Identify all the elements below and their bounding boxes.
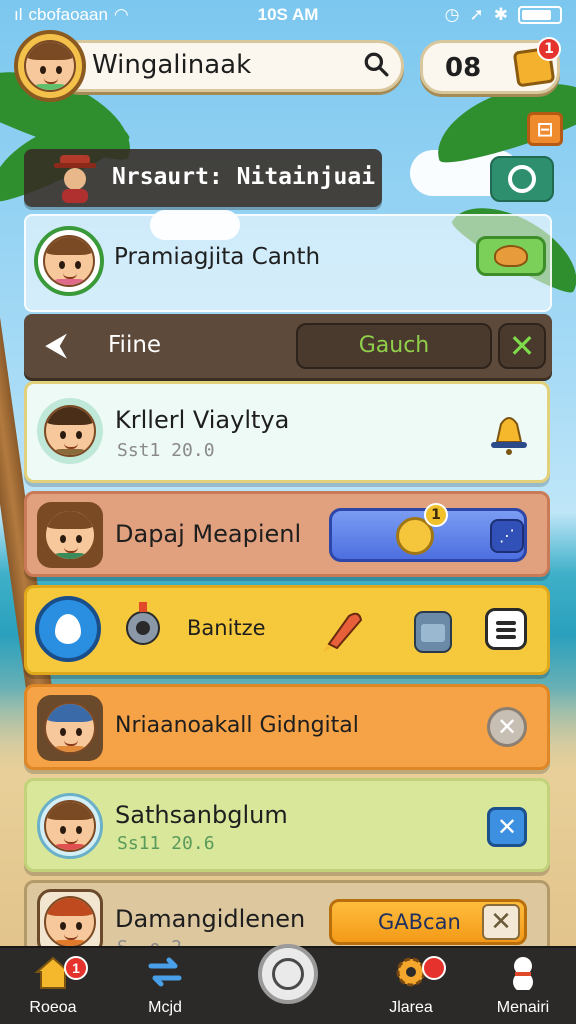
bluetooth-icon: ✱	[493, 5, 508, 24]
avatar-face-icon	[44, 405, 96, 457]
avatar-face-icon	[44, 509, 96, 561]
list-item[interactable]: Dapaj Meapienl 1 ⋰	[24, 491, 550, 577]
action-button[interactable]: GABcan ✕	[329, 899, 527, 945]
back-arrow-icon[interactable]: ⮜	[46, 330, 80, 360]
menu-line	[496, 621, 516, 625]
satellite-icon	[126, 602, 160, 645]
nav-item-home[interactable]: 1 Roeoa	[8, 954, 98, 1022]
nav-item-settings[interactable]: Jlarea	[366, 954, 456, 1022]
explorer-avatar	[37, 398, 103, 464]
menu-button[interactable]	[485, 608, 527, 650]
list-item-title: Dapaj Meapienl	[115, 520, 302, 548]
settings-badge	[422, 956, 446, 980]
craft-badge: 1	[424, 503, 448, 527]
calendar-icon: ⊟	[536, 117, 554, 141]
backpack-icon	[414, 611, 452, 653]
dismiss-button[interactable]: ✕	[487, 707, 527, 747]
currency-badge: 1	[537, 37, 561, 61]
filter-bar: ⮜ Fiine Gauch ✕	[24, 314, 552, 378]
filter-label: Fiine	[108, 332, 162, 358]
avatar-face-icon	[44, 800, 96, 852]
battery-fill	[522, 10, 551, 20]
close-icon[interactable]: ✕	[482, 904, 520, 940]
hunter-avatar	[37, 502, 103, 568]
target-icon	[508, 165, 536, 193]
list-item-title: Sathsanbglum	[115, 801, 288, 829]
avatar-face-icon	[24, 40, 76, 92]
battery-icon	[518, 6, 562, 24]
arrows-icon	[148, 957, 182, 987]
rocket-icon	[323, 612, 363, 652]
avatar-face-icon	[44, 896, 96, 948]
menu-line	[496, 628, 516, 632]
nav-label: Jlarea	[389, 999, 433, 1016]
share-icon[interactable]: ⋰	[490, 519, 524, 553]
list-item[interactable]: Banitze	[24, 585, 550, 675]
currency-pill[interactable]: 08 1	[420, 37, 561, 94]
search-button[interactable]	[356, 44, 396, 84]
location-icon: ➚	[469, 5, 484, 24]
player-avatar[interactable]	[14, 30, 86, 102]
water-drop-icon	[55, 614, 81, 644]
list-item-title: Banitze	[187, 616, 266, 640]
status-bar: ıl cbofaoaan ◠ 10S AM ◷ ➚ ✱	[0, 0, 576, 30]
currency-value: 08	[445, 53, 482, 83]
sailor-avatar	[37, 793, 103, 859]
nav-item-map[interactable]: Mcjd	[120, 954, 210, 1022]
nav-label: Roeoa	[29, 999, 77, 1016]
nav-label: Menairi	[496, 999, 550, 1016]
quest-giver-icon	[54, 155, 96, 203]
alarm-icon: ◷	[444, 5, 460, 24]
home-badge: 1	[64, 956, 88, 980]
profile-header[interactable]: Wingalinaak	[14, 30, 404, 102]
nav-item-profile[interactable]: Menairi	[478, 954, 568, 1022]
filter-close-button[interactable]: ✕	[498, 323, 546, 369]
reward-button[interactable]	[476, 236, 546, 276]
dial-icon	[272, 958, 304, 990]
profile-name: Wingalinaak	[92, 50, 252, 80]
list-item[interactable]: Krllerl Viayltya Sst1 20.0	[24, 381, 550, 483]
avatar-face-icon	[43, 235, 95, 287]
player-card[interactable]: Pramiagjita Canth	[24, 214, 552, 312]
list-item-title: Krllerl Viayltya	[115, 406, 290, 434]
bell-icon[interactable]	[487, 408, 531, 456]
search-icon	[364, 52, 389, 77]
list-item-title: Nriaanoakall Gidngital	[115, 713, 359, 738]
list-item[interactable]: Sathsanbglum Ss11 20.6 ✕	[24, 778, 550, 872]
nav-center-button[interactable]	[258, 944, 318, 1004]
list-item[interactable]: Nriaanoakall Gidngital ✕	[24, 684, 550, 770]
action-button-label: GABcan	[378, 910, 461, 934]
turtle-icon	[494, 245, 528, 267]
filter-search-input[interactable]: Gauch	[296, 323, 492, 369]
quest-title: Nrsaurt: Nitainjuai	[112, 164, 376, 190]
water-drop-button[interactable]	[35, 596, 101, 662]
menu-line	[496, 635, 516, 639]
player-card-avatar	[34, 226, 104, 296]
cage-avatar	[37, 695, 103, 761]
remove-button[interactable]: ✕	[487, 807, 527, 847]
list-item-title: Damangidlenen	[115, 905, 306, 933]
target-button[interactable]	[490, 156, 554, 202]
quest-banner[interactable]: Nrsaurt: Nitainjuai	[24, 149, 382, 207]
status-right: ◷ ➚ ✱	[445, 5, 562, 25]
craft-button[interactable]: 1 ⋰	[329, 503, 527, 562]
nav-label: Mcjd	[148, 999, 182, 1016]
player-card-name: Pramiagjita Canth	[114, 244, 321, 270]
list-item-sub: Sst1 20.0	[117, 440, 215, 461]
list-item-sub: Ss11 20.6	[117, 833, 215, 854]
avatar-face-icon	[44, 702, 96, 754]
snowman-icon	[513, 957, 533, 992]
bottom-nav: 1 Roeoa Mcjd Jlarea Menairi	[0, 944, 576, 1024]
calendar-button[interactable]: ⊟	[527, 112, 563, 146]
